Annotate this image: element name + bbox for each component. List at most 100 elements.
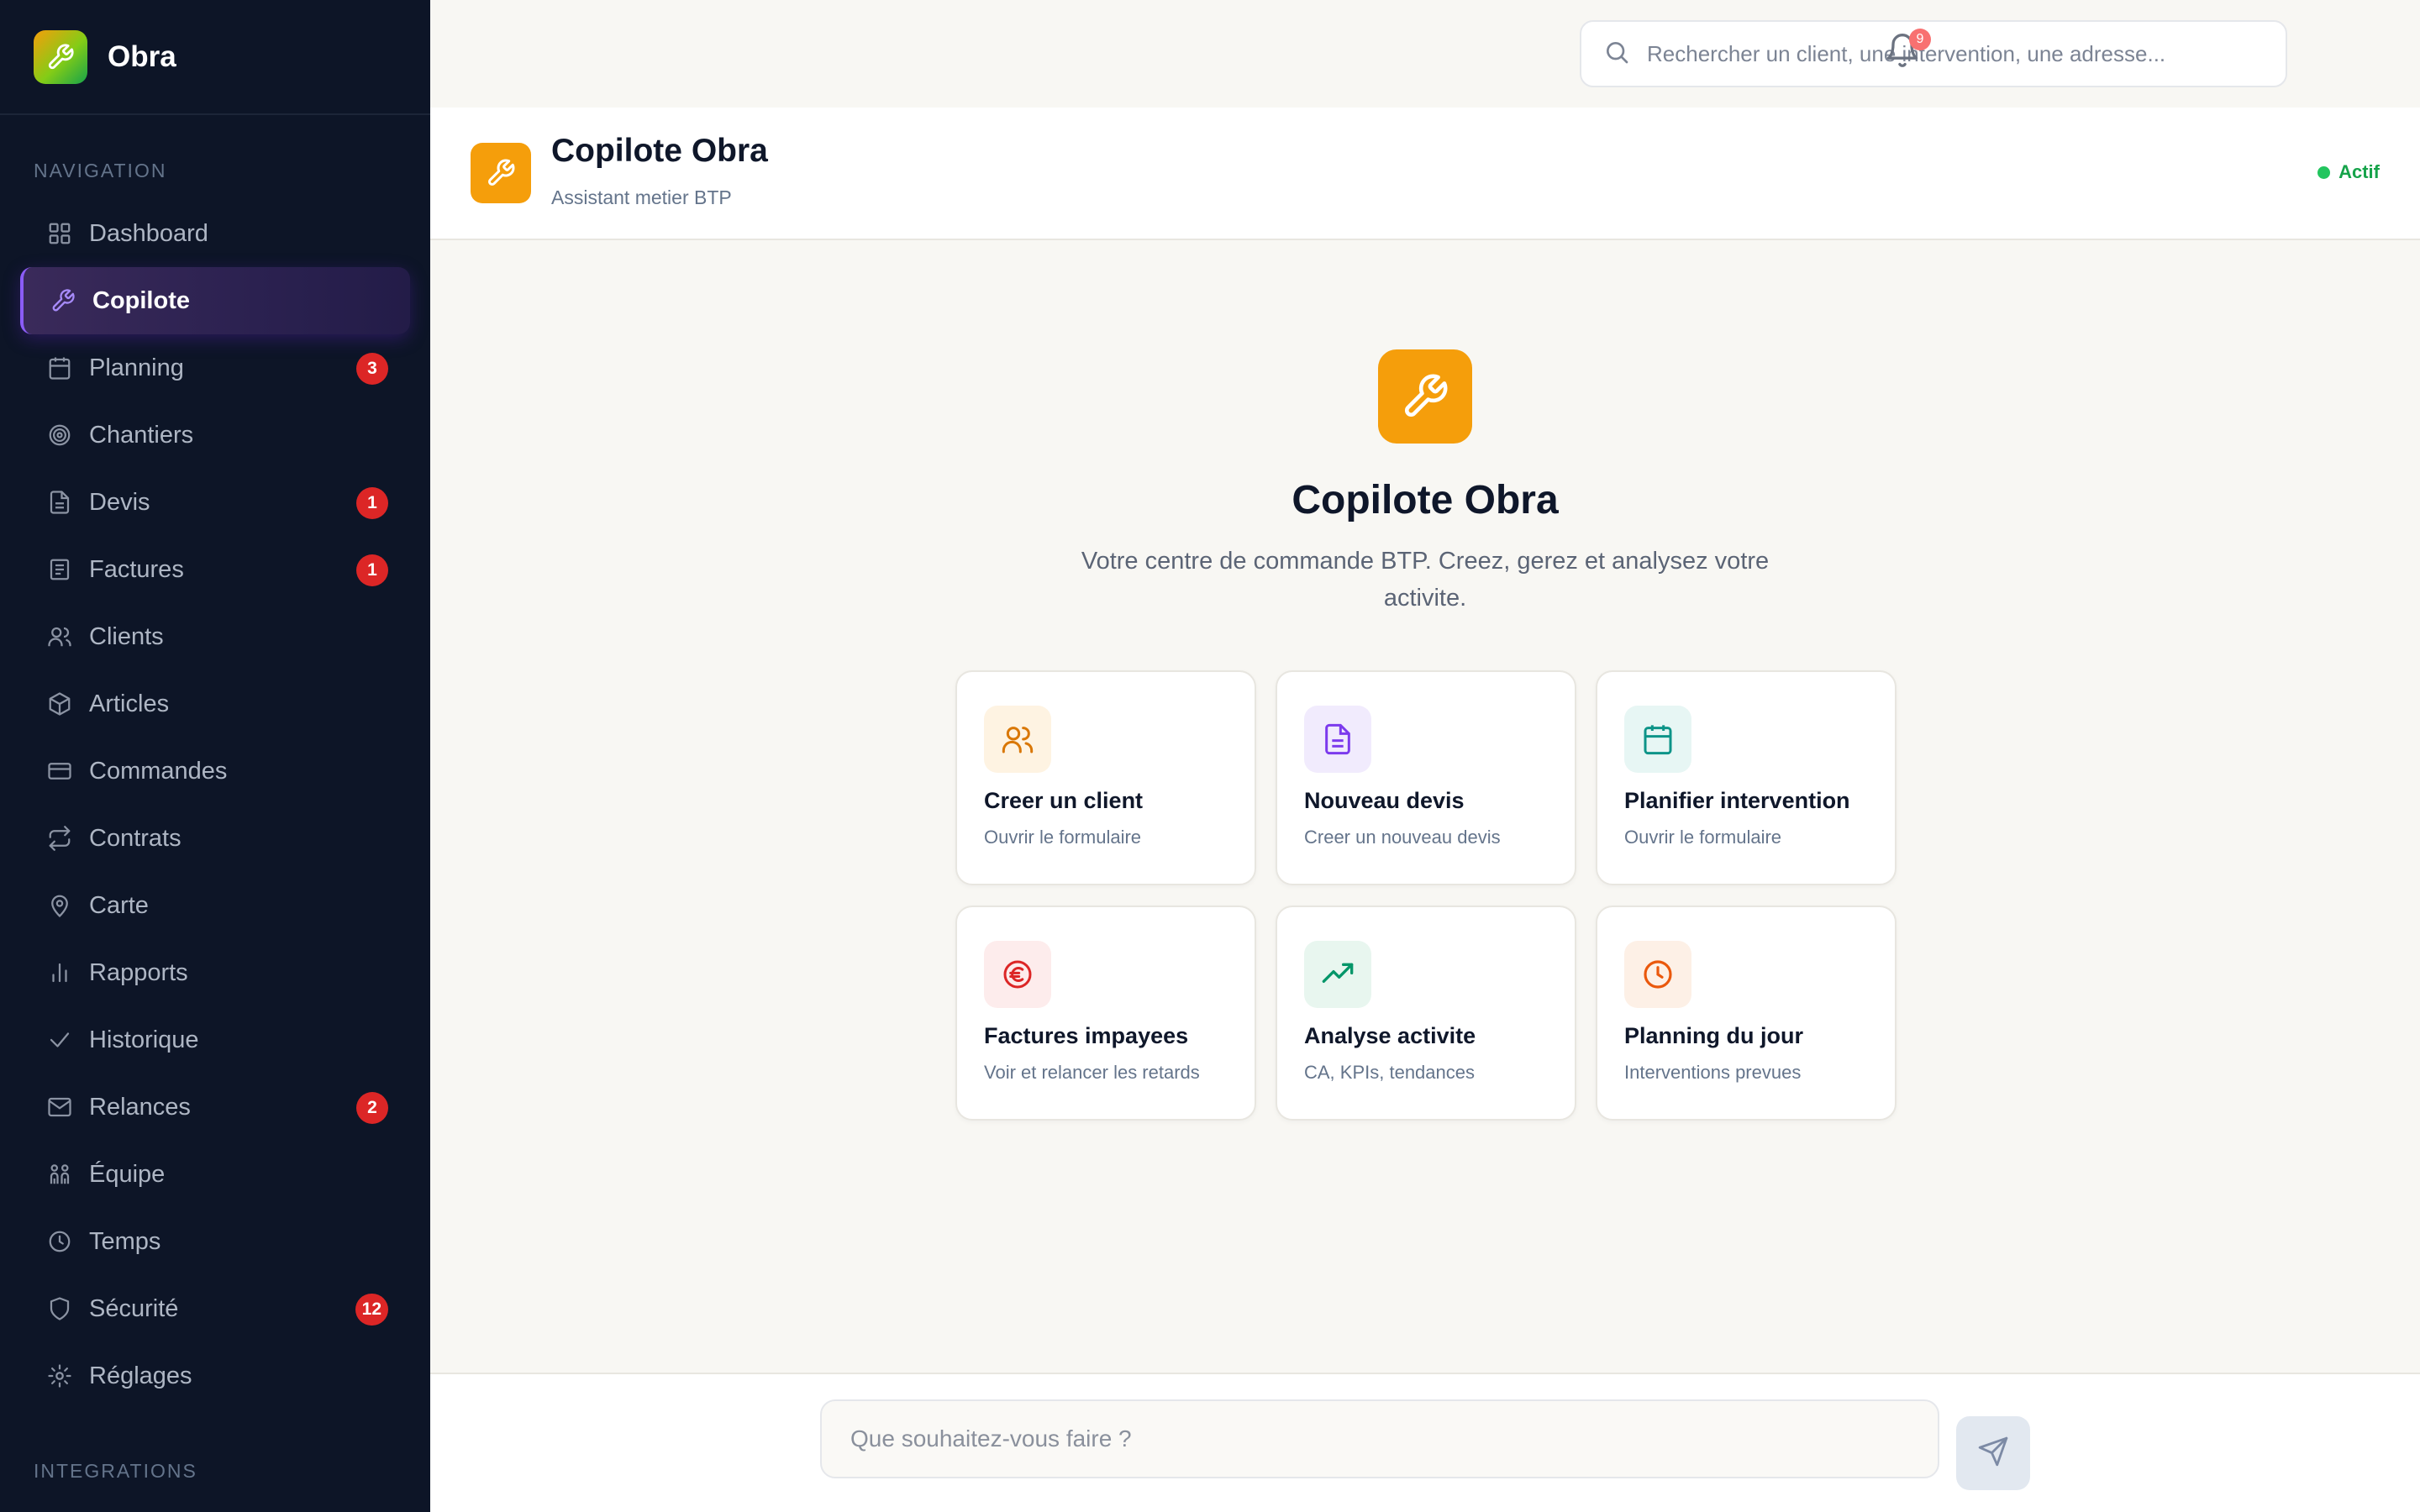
sidebar-item-carte[interactable]: Carte <box>0 872 430 939</box>
page-header: Copilote Obra Assistant metier BTP Actif <box>430 108 2420 240</box>
sidebar-item-factures[interactable]: Factures 1 <box>0 536 430 603</box>
devis-count-badge: 1 <box>356 487 388 519</box>
card-title: Factures impayees <box>984 1023 1189 1048</box>
sidebar-item-label: Équipe <box>89 1160 166 1188</box>
card-title: Planning du jour <box>1624 1023 1803 1048</box>
sidebar-item-clients[interactable]: Clients <box>0 603 430 670</box>
action-card-new-quote[interactable]: Nouveau devis Creer un nouveau devis <box>1276 670 1576 885</box>
action-card-daily-planning[interactable]: Planning du jour Interventions prevues <box>1596 906 1897 1121</box>
shield-icon <box>45 1294 74 1323</box>
bar-chart-icon <box>45 958 74 987</box>
sidebar-item-label: Relances <box>89 1093 191 1121</box>
chat-message-input[interactable]: Que souhaitez-vous faire ? <box>820 1399 1939 1478</box>
card-title: Planifier intervention <box>1624 788 1850 813</box>
wrench-icon <box>471 143 531 203</box>
settings-icon <box>45 1362 74 1390</box>
search-icon <box>1603 39 1630 70</box>
sidebar-item-label: Contrats <box>89 824 182 852</box>
sidebar-item-label: Historique <box>89 1026 199 1053</box>
topbar: Rechercher un client, une intervention, … <box>430 0 2420 108</box>
send-icon <box>1977 1436 2009 1472</box>
sidebar-item-securite[interactable]: Sécurité 12 <box>0 1275 430 1342</box>
hero-title: Copilote Obra <box>1292 478 1559 522</box>
sidebar-item-label: Devis <box>89 488 150 516</box>
map-pin-icon <box>45 891 74 920</box>
global-search-input[interactable]: Rechercher un client, une intervention, … <box>1580 20 2287 87</box>
navigation-section-label: NAVIGATION <box>34 160 167 181</box>
card-title: Analyse activite <box>1304 1023 1476 1048</box>
sidebar-item-label: Chantiers <box>89 421 194 449</box>
sidebar-nav: Dashboard Copilote Planning 3 Chantiers … <box>0 200 430 1410</box>
sidebar-item-chantiers[interactable]: Chantiers <box>0 402 430 469</box>
relances-count-badge: 2 <box>356 1092 388 1124</box>
users-icon <box>984 706 1051 773</box>
chat-composer: Que souhaitez-vous faire ? <box>430 1373 2420 1512</box>
clock-icon <box>45 1227 74 1256</box>
action-card-unpaid-invoices[interactable]: Factures impayees Voir et relancer les r… <box>955 906 1256 1121</box>
brand-logo-wrench-icon <box>34 29 87 84</box>
sidebar-item-label: Sécurité <box>89 1294 179 1322</box>
sidebar-item-equipe[interactable]: Équipe <box>0 1141 430 1208</box>
action-card-schedule-intervention[interactable]: Planifier intervention Ouvrir le formula… <box>1596 670 1897 885</box>
clock-icon <box>1624 941 1691 1008</box>
sidebar-item-dashboard[interactable]: Dashboard <box>0 200 430 267</box>
sidebar-item-label: Temps <box>89 1227 161 1255</box>
sidebar-item-label: Réglages <box>89 1362 192 1389</box>
sidebar: Obra NAVIGATION Dashboard Copilote Plann… <box>0 0 430 1512</box>
grid-icon <box>45 219 74 248</box>
factures-count-badge: 1 <box>356 554 388 586</box>
brand[interactable]: Obra <box>0 0 430 115</box>
hero-wrench-icon <box>1378 349 1472 444</box>
sidebar-item-label: Planning <box>89 354 184 381</box>
euro-icon <box>984 941 1051 1008</box>
card-subtitle: CA, KPIs, tendances <box>1304 1062 1475 1083</box>
sidebar-item-relances[interactable]: Relances 2 <box>0 1074 430 1141</box>
document-icon <box>1304 706 1371 773</box>
card-title: Creer un client <box>984 788 1144 813</box>
status-badge: Actif <box>2317 161 2380 183</box>
repeat-icon <box>45 824 74 853</box>
calendar-icon <box>45 354 74 382</box>
calendar-icon <box>1624 706 1691 773</box>
status-dot <box>2317 165 2331 179</box>
wrench-icon <box>49 286 77 315</box>
sidebar-item-label: Clients <box>89 622 164 650</box>
status-label: Actif <box>2338 161 2380 182</box>
integrations-section-label: INTEGRATIONS <box>34 1460 197 1482</box>
sidebar-item-label: Copilote <box>92 286 190 314</box>
action-card-create-client[interactable]: Creer un client Ouvrir le formulaire <box>955 670 1256 885</box>
sidebar-item-temps[interactable]: Temps <box>0 1208 430 1275</box>
box-icon <box>45 690 74 718</box>
sidebar-item-rapports[interactable]: Rapports <box>0 939 430 1006</box>
team-icon <box>45 1160 74 1189</box>
securite-count-badge: 12 <box>355 1294 388 1326</box>
send-button[interactable] <box>1956 1416 2030 1490</box>
sidebar-item-label: Articles <box>89 690 170 717</box>
sidebar-item-reglages[interactable]: Réglages <box>0 1342 430 1410</box>
sidebar-item-label: Carte <box>89 891 149 919</box>
sidebar-item-label: Factures <box>89 555 184 583</box>
document-icon <box>45 488 74 517</box>
invoice-icon <box>45 555 74 584</box>
sidebar-item-copilote[interactable]: Copilote <box>20 267 410 334</box>
card-subtitle: Voir et relancer les retards <box>984 1062 1200 1083</box>
users-icon <box>45 622 74 651</box>
page-title: Copilote Obra <box>551 133 768 169</box>
card-title: Nouveau devis <box>1304 788 1465 813</box>
planning-count-badge: 3 <box>356 353 388 385</box>
notification-count-badge: 9 <box>1909 29 1931 50</box>
sidebar-item-articles[interactable]: Articles <box>0 670 430 738</box>
sidebar-item-commandes[interactable]: Commandes <box>0 738 430 805</box>
mail-icon <box>45 1093 74 1121</box>
card-subtitle: Ouvrir le formulaire <box>984 827 1142 848</box>
check-icon <box>45 1026 74 1054</box>
hero-subtitle: Votre centre de commande BTP. Creez, ger… <box>1081 548 1770 612</box>
card-subtitle: Ouvrir le formulaire <box>1624 827 1782 848</box>
action-card-activity-analysis[interactable]: Analyse activite CA, KPIs, tendances <box>1276 906 1576 1121</box>
target-icon <box>45 421 74 449</box>
sidebar-item-historique[interactable]: Historique <box>0 1006 430 1074</box>
page-subtitle: Assistant metier BTP <box>551 186 732 208</box>
sidebar-item-contrats[interactable]: Contrats <box>0 805 430 872</box>
sidebar-item-devis[interactable]: Devis 1 <box>0 469 430 536</box>
sidebar-item-planning[interactable]: Planning 3 <box>0 334 430 402</box>
